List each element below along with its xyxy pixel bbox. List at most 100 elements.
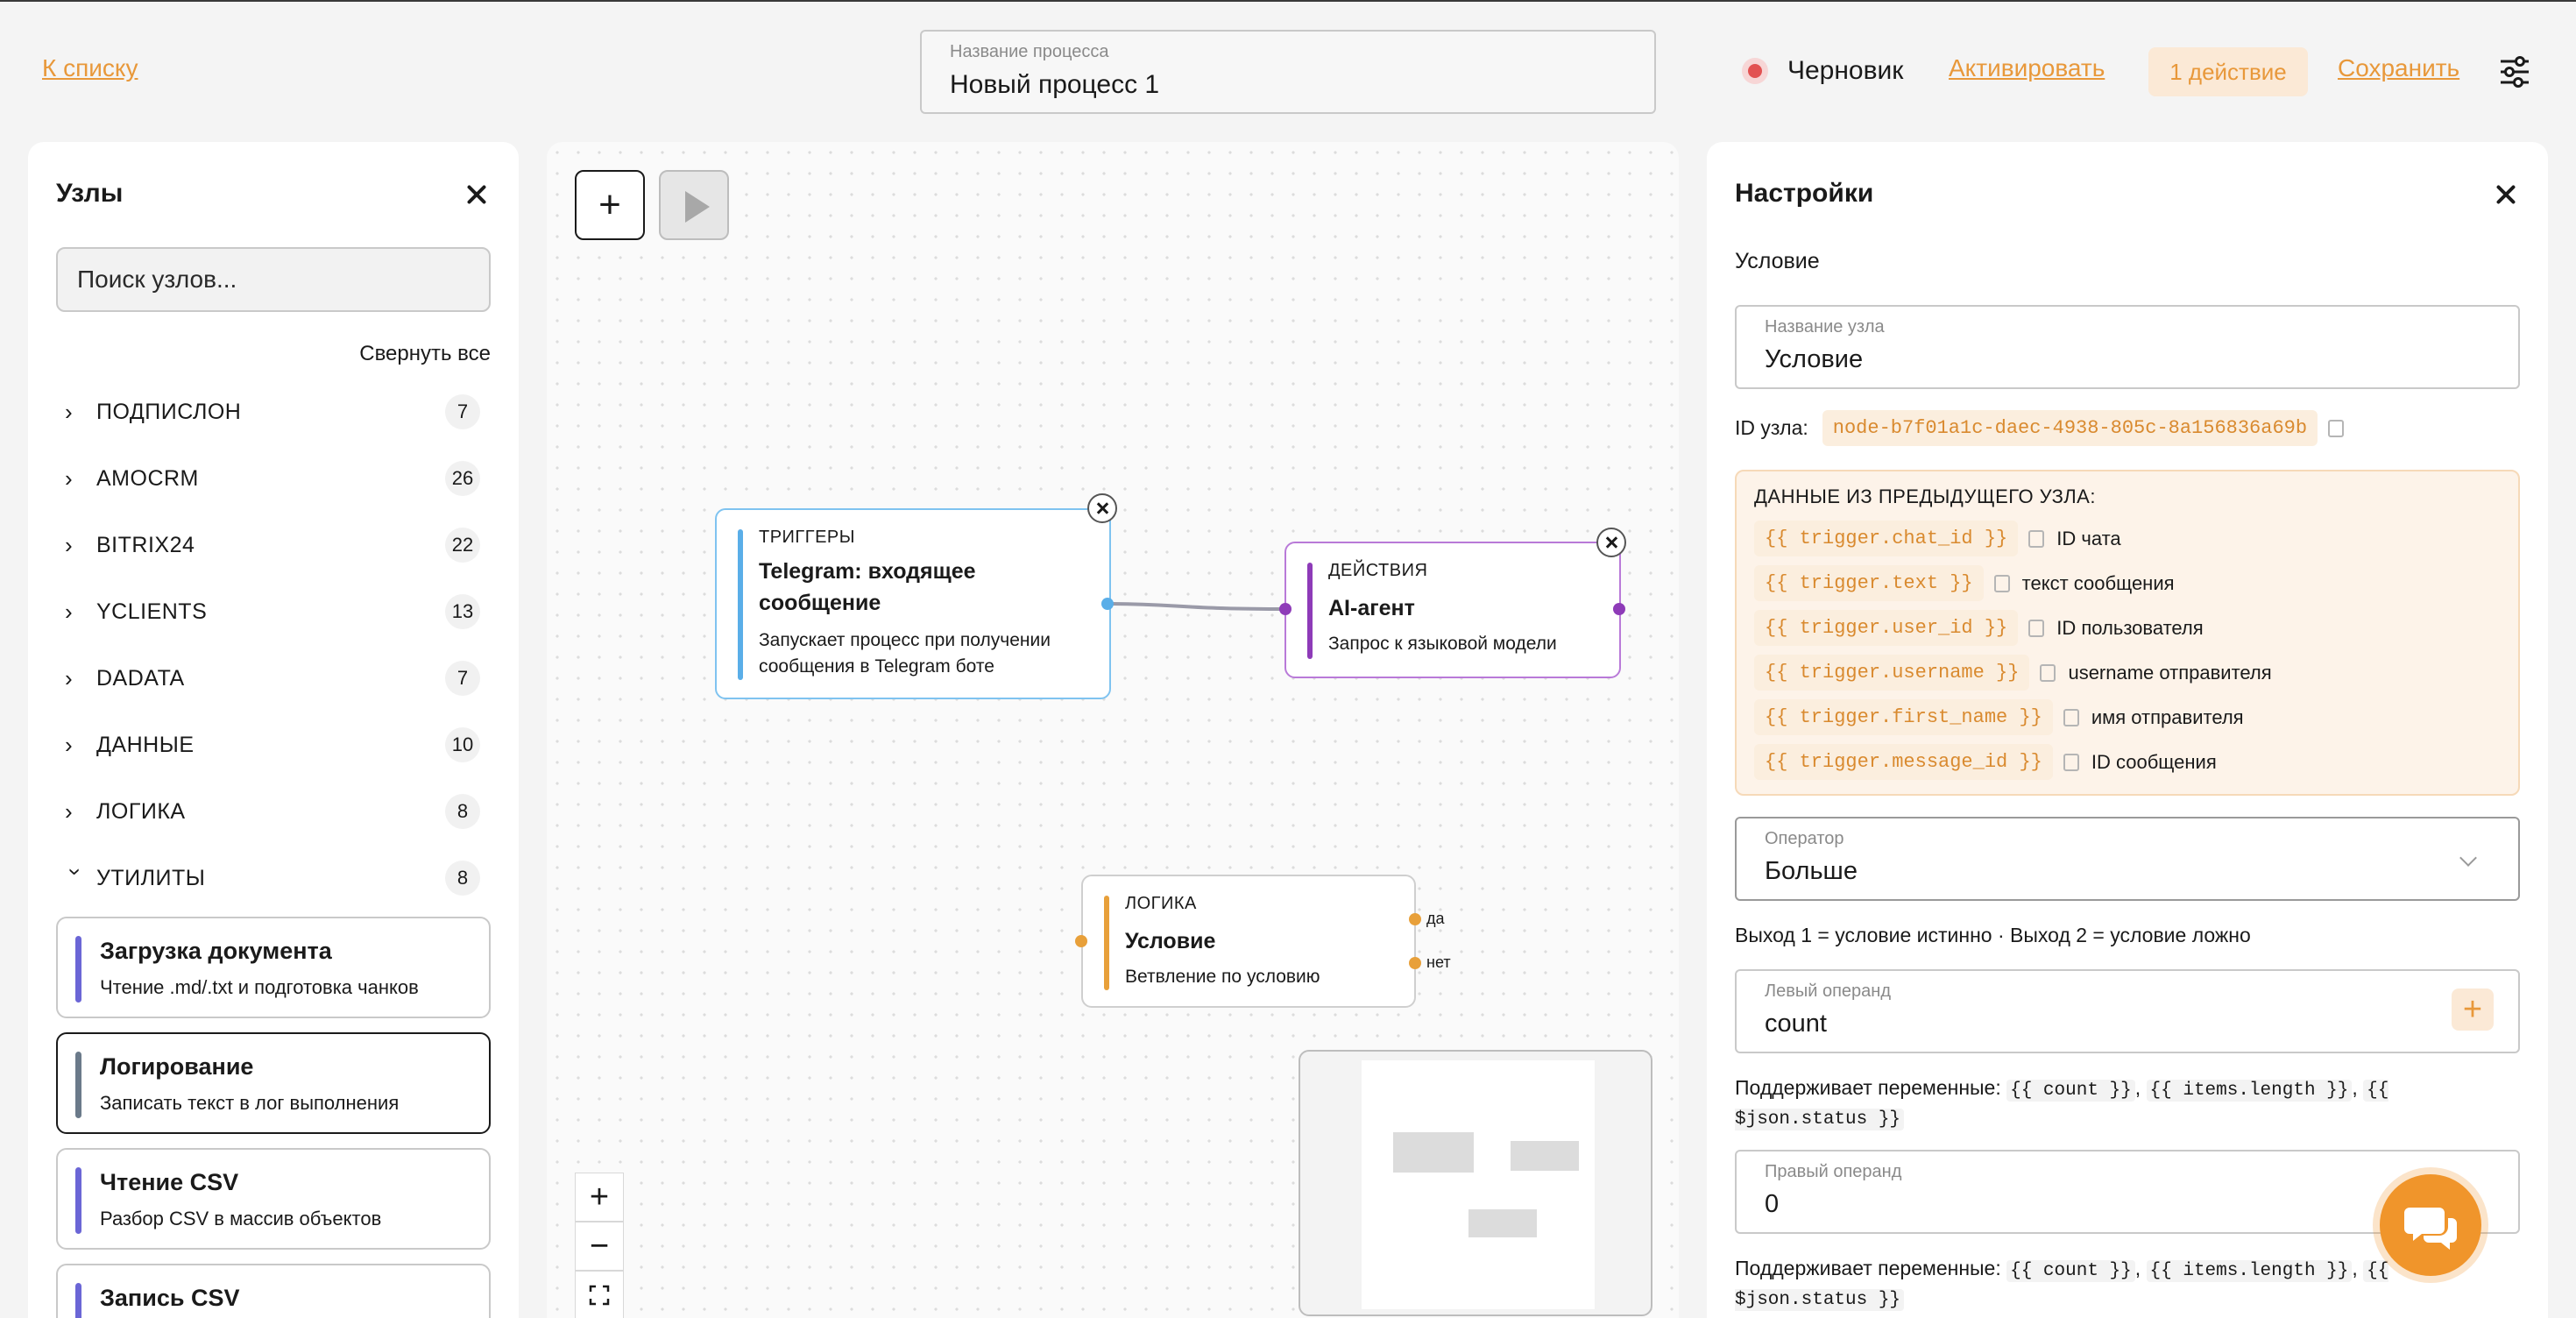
left-operand-value[interactable]: count	[1765, 1010, 1827, 1038]
settings-panel: Настройки Условие Название узла Условие …	[1707, 142, 2548, 1318]
left-operand-field[interactable]: Левый операнд count +	[1735, 969, 2520, 1053]
node-category: ДЕЙСТВИЯ	[1328, 561, 1428, 580]
minimap[interactable]	[1299, 1050, 1652, 1316]
collapse-all-link[interactable]: Свернуть все	[359, 342, 491, 366]
variable-row: {{ trigger.username }} username отправит…	[1754, 655, 2272, 691]
fit-view-button[interactable]	[575, 1271, 624, 1318]
node-template-title: Запись CSV	[100, 1285, 240, 1311]
node-title-line-1: Telegram: входящее	[759, 559, 976, 584]
activate-link[interactable]: Активировать	[1949, 54, 2105, 82]
variable-desc: ID сообщения	[2091, 750, 2217, 773]
agent-output-port[interactable]	[1613, 603, 1625, 615]
variable-row: {{ trigger.user_id }} ID пользователя	[1754, 610, 2204, 646]
variable-desc: username отправителя	[2068, 661, 2272, 684]
chevron-right-icon: ›	[65, 531, 73, 558]
category-name: ЛОГИКА	[96, 798, 186, 824]
category-dadata[interactable]: › DADATA 7	[56, 657, 491, 699]
run-button[interactable]	[659, 170, 729, 240]
category-data[interactable]: › ДАННЫЕ 10	[56, 724, 491, 766]
copy-variable-icon[interactable]	[2028, 619, 2045, 637]
fit-view-icon	[589, 1285, 610, 1306]
zoom-in-button[interactable]: +	[575, 1173, 624, 1222]
workflow-canvas[interactable]: + ТРИГГЕРЫ Telegram: входящее сообщение …	[547, 142, 1679, 1318]
node-template-title: Логирование	[100, 1053, 254, 1080]
copy-variable-icon[interactable]	[2040, 663, 2056, 682]
node-id-value: node-b7f01a1c-daec-4938-805c-8a156836a69…	[1822, 410, 2318, 446]
insert-variable-button[interactable]: +	[2452, 988, 2494, 1031]
category-name: УТИЛИТЫ	[96, 865, 206, 890]
settings-panel-title: Настройки	[1735, 179, 1874, 208]
actions-count-badge[interactable]: 1 действие	[2148, 47, 2308, 96]
copy-variable-icon[interactable]	[2028, 529, 2045, 548]
category-amocrm[interactable]: › AMOCRM 26	[56, 457, 491, 500]
operator-value: Больше	[1765, 857, 1858, 885]
variable-desc: текст сообщения	[2021, 571, 2175, 594]
node-template-csv-write[interactable]: Запись CSV	[56, 1264, 491, 1318]
save-link[interactable]: Сохранить	[2338, 54, 2459, 82]
chevron-down-icon	[2459, 849, 2477, 867]
chevron-right-icon: ›	[65, 731, 73, 758]
settings-sliders-icon[interactable]	[2499, 54, 2530, 89]
close-settings-panel-icon[interactable]	[2492, 181, 2520, 209]
category-count-badge: 7	[445, 394, 480, 429]
condition-true-port[interactable]	[1409, 913, 1421, 925]
operator-select[interactable]: Оператор Больше	[1735, 817, 2520, 901]
operator-label: Оператор	[1765, 829, 1844, 848]
node-title-line-2: сообщение	[759, 591, 881, 615]
copy-variable-icon[interactable]	[2063, 753, 2079, 771]
minimap-viewport	[1362, 1060, 1595, 1309]
node-template-csv-read[interactable]: Чтение CSV Разбор CSV в массив объектов	[56, 1148, 491, 1250]
node-category: ЛОГИКА	[1125, 894, 1197, 913]
copy-node-id-icon[interactable]	[2328, 419, 2345, 437]
status-dot-icon	[1742, 58, 1768, 84]
condition-false-port[interactable]	[1409, 957, 1421, 969]
chevron-right-icon: ›	[65, 664, 73, 691]
node-template-logging[interactable]: Логирование Записать текст в лог выполне…	[56, 1032, 491, 1134]
variable-example: {{ items.length }}	[2146, 1080, 2353, 1102]
copy-variable-icon[interactable]	[2063, 708, 2079, 726]
minimap-node	[1511, 1141, 1579, 1171]
process-name-value[interactable]: Новый процесс 1	[950, 70, 1159, 100]
category-yclients[interactable]: › YCLIENTS 13	[56, 591, 491, 633]
condition-input-port[interactable]	[1075, 935, 1087, 947]
category-utilities[interactable]: › УТИЛИТЫ 8	[56, 857, 491, 899]
category-name: ДАННЫЕ	[96, 732, 195, 757]
node-template-document-load[interactable]: Загрузка документа Чтение .md/.txt и под…	[56, 917, 491, 1018]
node-telegram-trigger[interactable]: ТРИГГЕРЫ Telegram: входящее сообщение За…	[715, 508, 1111, 699]
variable-code[interactable]: {{ trigger.message_id }}	[1754, 744, 2053, 780]
back-to-list-link[interactable]: К списку	[42, 54, 138, 82]
variable-code[interactable]: {{ trigger.user_id }}	[1754, 610, 2019, 646]
copy-variable-icon[interactable]	[1993, 574, 2010, 592]
variable-code[interactable]: {{ trigger.first_name }}	[1754, 699, 2053, 735]
zoom-out-button[interactable]: −	[575, 1222, 624, 1271]
node-search-input[interactable]	[56, 247, 491, 312]
trigger-output-port[interactable]	[1101, 598, 1114, 610]
node-color-bar	[75, 1283, 81, 1318]
variable-code[interactable]: {{ trigger.username }}	[1754, 655, 2030, 691]
chevron-right-icon: ›	[65, 398, 73, 425]
category-bitrix24[interactable]: › BITRIX24 22	[56, 524, 491, 566]
add-node-button[interactable]: +	[575, 170, 645, 240]
category-count-badge: 10	[445, 727, 480, 762]
close-nodes-panel-icon[interactable]	[463, 181, 491, 209]
window-top-border	[0, 0, 2576, 2]
node-name-value[interactable]: Условие	[1765, 345, 1863, 374]
chat-support-button[interactable]	[2380, 1174, 2481, 1276]
category-count-badge: 7	[445, 661, 480, 696]
variable-code[interactable]: {{ trigger.chat_id }}	[1754, 521, 2019, 556]
node-ai-agent[interactable]: ДЕЙСТВИЯ AI-агент Запрос к языковой моде…	[1284, 542, 1621, 678]
process-name-field[interactable]: Название процесса Новый процесс 1	[920, 30, 1656, 114]
variable-code[interactable]: {{ trigger.text }}	[1754, 565, 1984, 601]
delete-agent-node-icon[interactable]	[1596, 528, 1626, 557]
agent-input-port[interactable]	[1279, 603, 1292, 615]
delete-trigger-node-icon[interactable]	[1087, 493, 1117, 523]
node-name-field[interactable]: Название узла Условие	[1735, 305, 2520, 389]
category-podpislon[interactable]: › ПОДПИСЛОН 7	[56, 391, 491, 433]
category-logic[interactable]: › ЛОГИКА 8	[56, 790, 491, 833]
node-condition[interactable]: ЛОГИКА Условие Ветвление по условию	[1081, 875, 1416, 1008]
node-id-label: ID узла:	[1735, 416, 1808, 439]
outputs-hint: Выход 1 = условие истинно · Выход 2 = ус…	[1735, 924, 2251, 946]
category-name: DADATA	[96, 665, 185, 691]
node-desc-line-2: сообщения в Telegram боте	[759, 656, 994, 677]
right-operand-value[interactable]: 0	[1765, 1190, 1779, 1219]
